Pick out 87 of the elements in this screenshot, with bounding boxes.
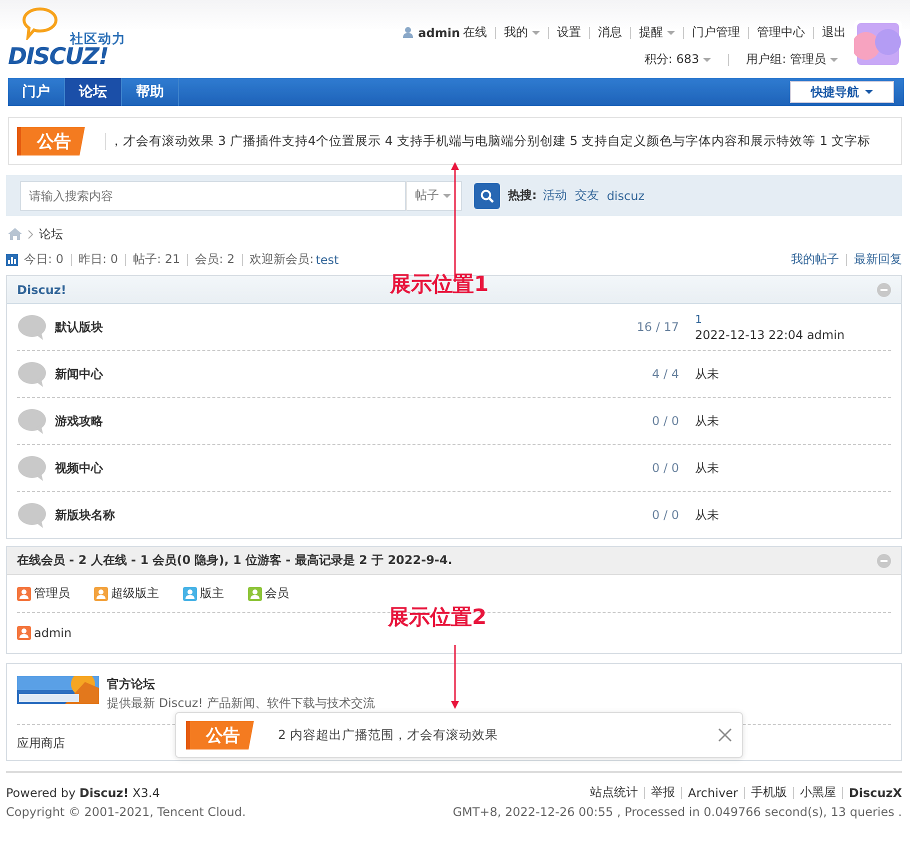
close-icon[interactable] — [718, 728, 732, 742]
copyright-text: Copyright © 2001-2021, Tencent Cloud. — [6, 804, 246, 818]
new-member-link[interactable]: test — [316, 252, 339, 266]
footer-link[interactable]: DiscuzX — [848, 786, 902, 800]
footer-link[interactable]: Archiver — [688, 786, 738, 800]
hot-search-label: 热搜: — [508, 187, 537, 204]
forum-bubble-icon — [17, 408, 47, 434]
forum-name-link[interactable]: 视频中心 — [55, 460, 103, 476]
app-description: 提供最新 Discuz! 产品新闻、软件下载与技术交流 — [107, 695, 375, 712]
nav-tab[interactable]: 帮助 — [122, 78, 179, 106]
quick-nav-button[interactable]: 快捷导航 — [790, 81, 894, 103]
hot-search-link[interactable]: 活动 — [542, 187, 567, 204]
forum-bubble-icon — [17, 455, 47, 481]
search-icon — [480, 188, 494, 202]
announcement-badge: 公告 — [186, 720, 254, 750]
footer-link[interactable]: 手机版 — [750, 784, 787, 801]
user-group-link[interactable]: 用户组: 管理员 — [746, 51, 838, 68]
user-menu-link[interactable]: 设置 — [557, 24, 581, 41]
forum-bubble-icon — [17, 361, 47, 387]
search-scope-select[interactable]: 帖子 — [406, 180, 462, 210]
search-field[interactable]: 请输入搜索内容 — [20, 180, 406, 210]
forum-name-link[interactable]: 游戏攻略 — [55, 412, 103, 430]
nav-tab[interactable]: 论坛 — [65, 78, 122, 106]
stats-link[interactable]: 最新回复 — [854, 251, 902, 268]
user-menu-link[interactable]: 退出 — [822, 24, 846, 41]
forum-name-link[interactable]: 新闻中心 — [55, 366, 103, 382]
last-post-text: 从未 — [695, 366, 720, 382]
footer-link[interactable]: 小黑屋 — [800, 784, 836, 801]
footer-link[interactable]: 站点统计 — [590, 784, 638, 801]
legend-label: 超级版主 — [111, 585, 159, 602]
legend-label: 会员 — [265, 585, 289, 602]
thread-post-count: 4 / 4 — [651, 367, 679, 381]
forum-group-title[interactable]: Discuz! — [17, 282, 66, 296]
user-menu-link[interactable]: 门户管理 — [692, 24, 740, 41]
user-icon — [403, 27, 414, 38]
stat-text: 今日: 0 — [24, 251, 64, 268]
points-link[interactable]: 积分: 683 — [644, 51, 712, 68]
legend-label: 管理员 — [34, 585, 70, 602]
thread-post-count: 16 / 17 — [636, 320, 679, 334]
last-post-text: 从未 — [695, 460, 720, 476]
breadcrumb-link[interactable]: 论坛 — [39, 226, 63, 242]
stat-text: 昨日: 0 — [78, 251, 118, 268]
footer-link[interactable]: 举报 — [651, 784, 676, 801]
thread-post-count: 0 / 0 — [651, 508, 679, 522]
last-post-link[interactable]: 1 — [695, 312, 891, 326]
powered-by-text: Powered by Discuz! X3.4 — [6, 786, 160, 800]
speech-bubble-icon — [20, 6, 60, 40]
logo-tagline: 社区动力 — [70, 31, 126, 47]
user-menu-link[interactable]: 管理中心 — [757, 24, 805, 41]
online-title: 在线会员 - 2 人在线 - 1 会员(0 隐身), 1 位游客 - 最高记录是 2 于 2022-9-4. — [17, 552, 452, 569]
search-button[interactable] — [474, 182, 500, 208]
announcement-ticker: ，才会有滚动效果 3 广播插件支持4个位置展示 4 支持手机端与电脑端分别创建 5 支持自定义颜色与字体内容和展示特效等 1 文字标 — [105, 132, 871, 150]
forum-bubble-icon — [17, 502, 47, 528]
stat-text: 会员: 2 — [195, 251, 235, 268]
username-link[interactable]: admin — [418, 26, 460, 40]
forum-bubble-icon — [17, 314, 47, 340]
hot-search-link[interactable]: discuz — [606, 188, 645, 202]
stat-text: 帖子: 21 — [133, 251, 180, 268]
processed-text: GMT+8, 2022-12-26 00:55 , Processed in 0.049766 second(s), 13 queries . — [452, 804, 902, 818]
last-post-text: 从未 — [695, 506, 720, 524]
online-status: 在线 — [463, 24, 487, 41]
thread-post-count: 0 / 0 — [651, 414, 679, 428]
chart-icon — [6, 254, 18, 266]
annotation-arrow — [451, 645, 459, 709]
last-post-text: 从未 — [695, 412, 720, 430]
collapse-icon[interactable] — [877, 554, 891, 568]
user-menu-link[interactable]: 消息 — [598, 24, 622, 41]
user-menu-link[interactable]: 我的 — [504, 24, 540, 41]
announcement-text: 2 内容超出广播范围，才会有滚动效果 — [278, 726, 499, 744]
forum-name-link[interactable]: 默认版块 — [55, 318, 103, 336]
logo-wordmark[interactable]: DISCUZ! — [8, 44, 108, 70]
annotation-label: 展示位置1 — [390, 271, 489, 298]
chevron-right-icon — [28, 230, 33, 238]
app-title-link[interactable]: 官方论坛 — [107, 676, 375, 693]
annotation-label: 展示位置2 — [388, 604, 487, 631]
hot-search-link[interactable]: 交友 — [574, 187, 599, 204]
member-link[interactable]: admin — [34, 626, 72, 640]
home-icon[interactable] — [8, 228, 22, 240]
welcome-text: 欢迎新会员: — [250, 251, 314, 268]
legend-label: 版主 — [200, 585, 224, 602]
last-post-meta: 2022-12-13 22:04 admin — [695, 328, 846, 342]
stats-link[interactable]: 我的帖子 — [791, 251, 839, 268]
thread-post-count: 0 / 0 — [651, 461, 679, 475]
forum-name-link[interactable]: 新版块名称 — [55, 506, 115, 524]
announcement-badge: 公告 — [17, 126, 85, 156]
user-menu-link[interactable]: 提醒 — [639, 24, 675, 41]
collapse-icon[interactable] — [877, 282, 891, 296]
